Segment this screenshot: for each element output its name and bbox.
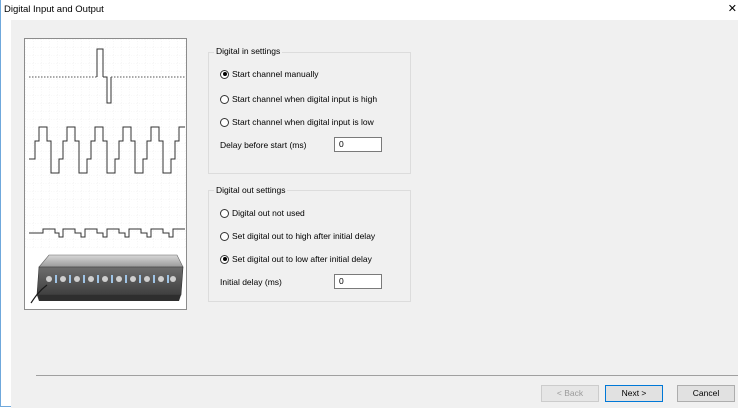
cancel-button[interactable]: Cancel bbox=[677, 385, 735, 402]
radio-label: Digital out not used bbox=[232, 208, 305, 218]
delay-before-start-input[interactable]: 0 bbox=[334, 137, 382, 152]
window-title: Digital Input and Output bbox=[4, 4, 104, 15]
radio-label: Start channel when digital input is low bbox=[232, 117, 374, 127]
footer-separator bbox=[36, 375, 738, 376]
radio-selected-icon bbox=[220, 254, 229, 264]
radio-start-when-high[interactable]: Start channel when digital input is high bbox=[220, 94, 377, 104]
radio-label: Start channel manually bbox=[232, 69, 319, 79]
radio-label: Start channel when digital input is high bbox=[232, 94, 378, 104]
radio-unselected-icon bbox=[220, 117, 229, 127]
delay-before-start-label: Delay before start (ms) bbox=[220, 140, 307, 150]
radio-unselected-icon bbox=[220, 231, 229, 241]
close-icon[interactable]: ✕ bbox=[728, 2, 737, 16]
back-button[interactable]: < Back bbox=[541, 385, 599, 402]
initial-delay-input[interactable]: 0 bbox=[334, 274, 382, 289]
radio-label: Set digital out to low after initial del… bbox=[232, 254, 372, 264]
radio-label: Set digital out to high after initial de… bbox=[232, 231, 376, 241]
radio-selected-icon bbox=[220, 69, 229, 79]
radio-set-low-after-delay[interactable]: Set digital out to low after initial del… bbox=[220, 254, 372, 264]
radio-unselected-icon bbox=[220, 94, 229, 104]
waveform-illustration-icon bbox=[25, 39, 186, 304]
radio-unselected-icon bbox=[220, 208, 229, 218]
digital-in-legend: Digital in settings bbox=[214, 46, 283, 56]
digital-out-legend: Digital out settings bbox=[214, 185, 288, 195]
radio-set-high-after-delay[interactable]: Set digital out to high after initial de… bbox=[220, 231, 375, 241]
initial-delay-label: Initial delay (ms) bbox=[220, 277, 282, 287]
radio-digital-out-not-used[interactable]: Digital out not used bbox=[220, 208, 305, 218]
signal-illustration bbox=[24, 38, 187, 310]
title-bar: Digital Input and Output ✕ bbox=[1, 0, 738, 20]
radio-start-when-low[interactable]: Start channel when digital input is low bbox=[220, 117, 374, 127]
radio-start-manually[interactable]: Start channel manually bbox=[220, 69, 318, 79]
next-button[interactable]: Next > bbox=[605, 385, 663, 402]
daq-device-icon bbox=[30, 254, 184, 304]
